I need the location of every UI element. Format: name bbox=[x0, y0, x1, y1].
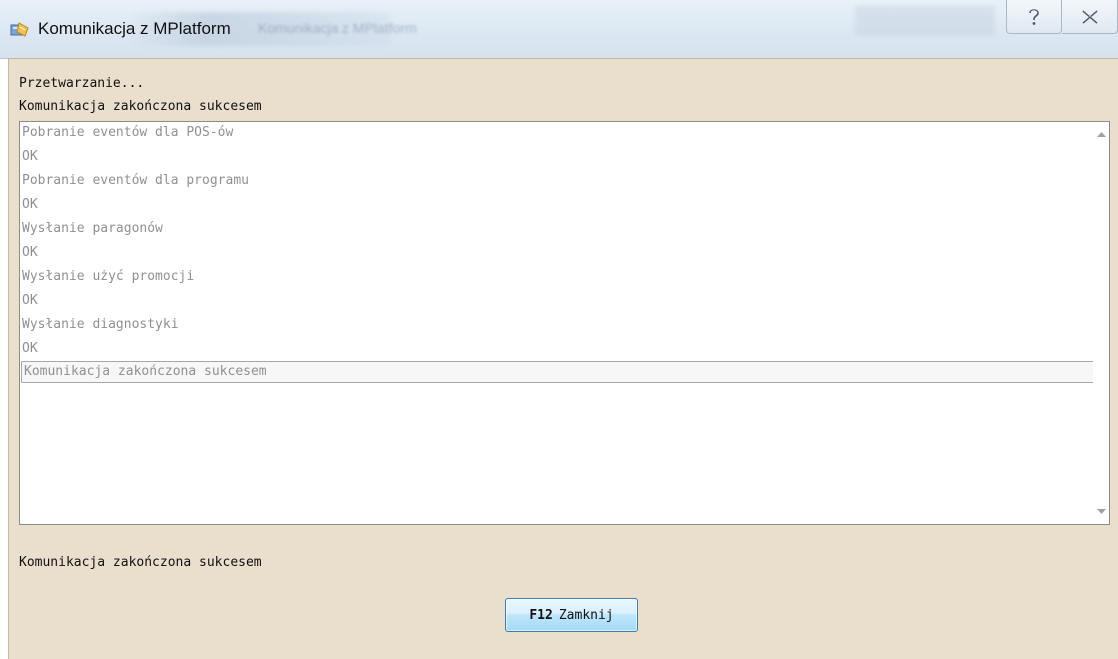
log-item-ok[interactable]: OK bbox=[20, 146, 1095, 168]
close-shortcut-key: F12 bbox=[529, 607, 553, 623]
title-bar[interactable]: Komunikacja z MPlatform Komunikacja z MP… bbox=[0, 0, 1118, 59]
log-item-ok[interactable]: OK bbox=[20, 242, 1095, 264]
log-item-events-pos[interactable]: Pobranie eventów dla POS-ów bbox=[20, 122, 1095, 144]
ghost-window-buttons bbox=[855, 6, 995, 36]
scroll-down-icon bbox=[1096, 509, 1106, 514]
close-icon bbox=[1081, 9, 1098, 24]
dialog-client-area: Przetwarzanie... Komunikacja zakończona … bbox=[8, 58, 1118, 659]
log-item-ok[interactable]: OK bbox=[20, 194, 1095, 216]
footer-status: Komunikacja zakończona sukcesem bbox=[19, 555, 262, 570]
log-item-send-diagnostics[interactable]: Wysłanie diagnostyki bbox=[20, 314, 1095, 336]
communication-log[interactable]: Pobranie eventów dla POS-ów OK Pobranie … bbox=[19, 121, 1110, 525]
log-item-events-program[interactable]: Pobranie eventów dla programu bbox=[20, 170, 1095, 192]
scroll-up-icon bbox=[1096, 132, 1106, 137]
log-item-send-receipts[interactable]: Wysłanie paragonów bbox=[20, 218, 1095, 240]
close-dialog-button[interactable]: F12 Zamknij bbox=[505, 598, 638, 632]
log-list[interactable]: Pobranie eventów dla POS-ów OK Pobranie … bbox=[20, 122, 1095, 524]
app-package-icon bbox=[10, 22, 29, 37]
ghost-title-text: Komunikacja z MPlatform bbox=[258, 20, 417, 36]
close-button-label: Zamknij bbox=[558, 607, 614, 623]
window-title: Komunikacja z MPlatform bbox=[38, 19, 231, 38]
scroll-up-button[interactable] bbox=[1093, 126, 1109, 142]
window-close-button[interactable] bbox=[1062, 0, 1118, 34]
log-item-ok[interactable]: OK bbox=[20, 290, 1095, 312]
dialog-window: Komunikacja z MPlatform Komunikacja z MP… bbox=[0, 0, 1118, 659]
scroll-down-button[interactable] bbox=[1093, 504, 1109, 520]
log-scrollbar[interactable] bbox=[1093, 122, 1109, 524]
log-item-ok[interactable]: OK bbox=[20, 338, 1095, 360]
help-icon bbox=[1029, 8, 1039, 25]
log-item-completed-selected[interactable]: Komunikacja zakończona sukcesem bbox=[21, 361, 1094, 383]
help-button[interactable] bbox=[1006, 0, 1062, 34]
processing-status: Przetwarzanie... bbox=[19, 76, 145, 91]
result-status: Komunikacja zakończona sukcesem bbox=[19, 99, 262, 114]
log-item-send-promotions[interactable]: Wysłanie użyć promocji bbox=[20, 266, 1095, 288]
